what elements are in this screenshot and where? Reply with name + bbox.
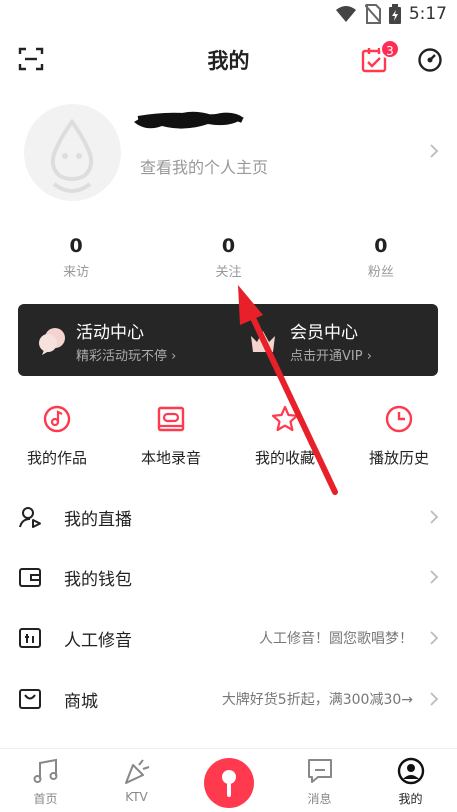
quick-label: 播放历史 [368,449,429,467]
chevron-right-icon [430,692,439,706]
menu-item-shop[interactable]: 商城 大牌好货5折起，满300减30→ [0,669,457,729]
quick-actions: 我的作品 本地录音 我的收藏 播放历史 [0,404,457,474]
menu-label: 我的直播 [64,510,132,530]
cassette-icon [157,406,185,432]
tab-mine[interactable]: 我的 [365,749,456,812]
menu-item-wallet[interactable]: 我的钱包 [0,547,457,607]
tab-ktv[interactable]: KTV [91,749,182,812]
menu-item-vocal-tuning[interactable]: 人工修音 人工修音！圆您歌唱梦！ [0,608,457,668]
user-circle-icon [397,757,425,785]
music-disc-icon [43,405,71,433]
bottom-tab-bar: 首页 KTV 消息 我的 [0,748,457,812]
equalizer-icon [19,628,41,648]
status-bar: 5:17 [0,0,457,32]
stats-row: 0 来访 0 关注 0 粉丝 [0,234,457,284]
default-avatar-icon [50,118,94,193]
stat-value: 0 [221,235,236,257]
header: 我的 3 [0,39,457,80]
profile-homepage-link[interactable]: 查看我的个人主页 [140,154,268,178]
stat-value: 0 [374,235,388,257]
tab-label: 我的 [398,792,423,806]
tab-label: 首页 [33,792,58,806]
promo-banner: 活动中心 精彩活动玩不停 › 会员中心 点击开通VIP › [18,304,438,376]
stat-label: 关注 [215,265,242,280]
clock-icon [385,405,413,433]
history-dial-icon[interactable] [417,47,443,73]
wifi-icon [335,6,356,22]
microphone-icon [222,770,236,797]
star-icon [271,405,299,432]
chevron-right-icon [430,510,439,524]
vip-center[interactable]: 会员中心 点击开通VIP › [228,304,438,376]
status-time: 5:17 [408,4,447,24]
stat-fans[interactable]: 0 粉丝 [305,234,457,284]
quick-label: 我的作品 [26,449,87,467]
message-icon [308,759,332,783]
activity-center[interactable]: 活动中心 精彩活动玩不停 › [18,304,228,376]
stat-label: 来访 [63,265,90,280]
tab-label: 消息 [307,792,332,806]
activity-subtitle: 精彩活动玩不停 › [76,349,177,364]
chat-bubbles-icon [39,328,65,355]
quick-label: 本地录音 [140,449,201,467]
vip-title: 会员中心 [290,323,358,343]
quick-favorites[interactable]: 我的收藏 [228,404,342,468]
menu-hint: 大牌好货5折起，满300减30→ [221,692,413,708]
chevron-right-icon [430,570,439,584]
menu-label: 我的钱包 [64,570,132,590]
menu-label: 人工修音 [64,631,132,651]
music-note-icon [33,758,58,783]
shop-icon [19,689,41,709]
sing-microphone-button[interactable] [204,758,254,808]
menu-label: 商城 [64,692,98,712]
stat-value: 0 [69,235,83,257]
quick-play-history[interactable]: 播放历史 [342,404,456,468]
stat-following[interactable]: 0 关注 [152,234,304,284]
avatar[interactable] [24,104,121,201]
quick-label: 我的收藏 [254,449,315,467]
activity-title: 活动中心 [76,323,144,343]
username-redaction [134,111,244,129]
tab-label: KTV [125,790,148,804]
status-icons: 5:17 [335,4,447,24]
live-user-icon [19,507,41,528]
battery-icon [388,4,401,24]
chevron-right-icon [430,144,439,158]
wallet-icon [19,568,41,587]
no-sim-icon [364,4,381,24]
stat-visitors[interactable]: 0 来访 [0,234,152,284]
profile-card[interactable]: 查看我的个人主页 [0,100,457,210]
vip-crown-icon [251,331,275,352]
party-popper-icon [125,759,150,784]
quick-local-recording[interactable]: 本地录音 [114,404,228,468]
tab-home[interactable]: 首页 [0,749,91,812]
vip-subtitle: 点击开通VIP › [290,349,372,364]
chevron-right-icon [430,631,439,645]
menu-item-live[interactable]: 我的直播 [0,487,457,547]
quick-my-works[interactable]: 我的作品 [0,404,114,468]
tab-messages[interactable]: 消息 [274,749,365,812]
notification-badge: 3 [380,39,400,59]
stat-label: 粉丝 [367,265,394,280]
menu-hint: 人工修音！圆您歌唱梦！ [259,631,413,647]
